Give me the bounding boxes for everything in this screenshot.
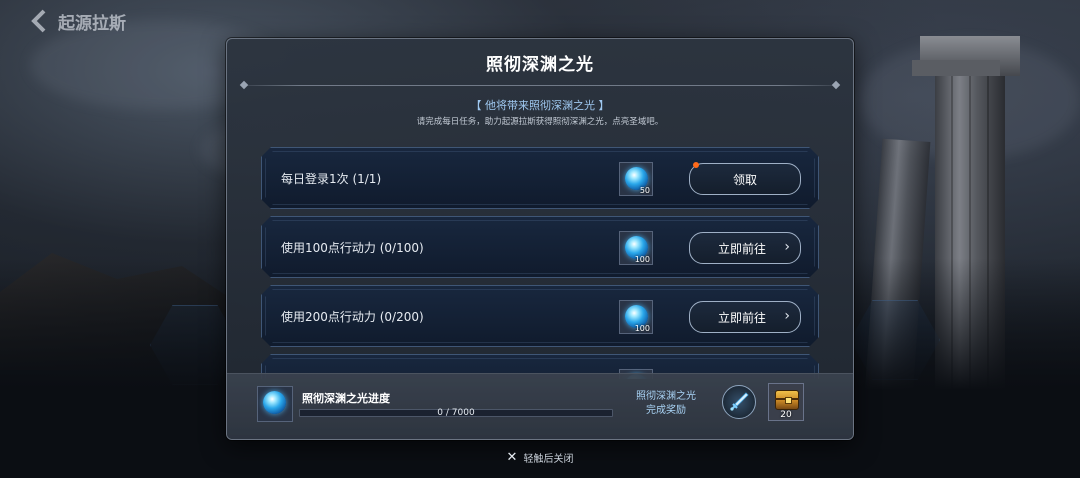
progress-title: 照彻深渊之光进度	[302, 392, 390, 405]
claim-button[interactable]: 领取	[689, 163, 801, 195]
notification-dot	[693, 162, 699, 168]
treasure-chest-icon	[775, 390, 799, 410]
progress-text: 0 / 7000	[437, 408, 475, 418]
task-label: 使用200点行动力 (0/200)	[281, 310, 424, 324]
close-hint-label: 轻触后关闭	[523, 454, 574, 465]
task-label: 每日登录1次 (1/1)	[281, 172, 382, 186]
title-divider	[241, 85, 839, 86]
pillar-capital-base	[912, 60, 1000, 76]
back-button[interactable]: 起源拉斯	[28, 8, 126, 34]
go-now-button-label: 立即前往	[717, 241, 766, 256]
chest-reward-slot[interactable]: 20	[768, 383, 804, 421]
progress-orb-slot	[257, 386, 293, 422]
reward-slot[interactable]: 50	[619, 162, 653, 196]
dialog-title: 照彻深渊之光	[486, 55, 594, 75]
task-list[interactable]: 每日登录1次 (1/1) 50 领取 使用100点行动力 (0/100) 100…	[261, 147, 819, 379]
tap-to-close-hint[interactable]: ✕ 轻触后关闭	[0, 450, 1080, 465]
claim-button-label: 领取	[732, 172, 757, 187]
reward-slot[interactable]: 100	[619, 300, 653, 334]
go-now-button[interactable]: 立即前往 ›	[689, 301, 801, 333]
reward-label-line1: 照彻深渊之光	[636, 391, 696, 402]
reward-slot[interactable]: 100	[619, 231, 653, 265]
chevron-right-icon: ›	[784, 308, 790, 324]
dialog-description: 请完成每日任务，助力起源拉斯获得照彻深渊之光，点亮圣域吧。	[416, 117, 664, 127]
go-now-button-label: 立即前往	[717, 310, 766, 325]
completion-reward-label: 照彻深渊之光 完成奖励	[623, 390, 709, 418]
reward-count: 100	[634, 324, 650, 333]
task-row: 使用200点行动力 (0/200) 100 立即前往 ›	[261, 285, 819, 347]
progress-footer: 照彻深渊之光进度 0 / 7000 照彻深渊之光 完成奖励 20	[227, 373, 853, 439]
dialog-subtitle: 【 他将带来照彻深渊之光 】	[470, 99, 610, 112]
chevron-right-icon: ›	[784, 239, 790, 255]
chest-count: 20	[780, 410, 792, 420]
reward-count: 100	[634, 255, 650, 264]
task-row: 使用100点行动力 (0/100) 100 立即前往 ›	[261, 216, 819, 278]
reward-count: 50	[639, 186, 650, 195]
task-label: 使用100点行动力 (0/100)	[281, 241, 424, 255]
abyss-light-orb-icon	[263, 391, 286, 414]
task-row: 每日登录1次 (1/1) 50 领取	[261, 147, 819, 209]
close-icon: ✕	[506, 450, 518, 465]
abyss-light-dialog: 照彻深渊之光 【 他将带来照彻深渊之光 】 请完成每日任务，助力起源拉斯获得照彻…	[226, 38, 854, 440]
go-now-button[interactable]: 立即前往 ›	[689, 232, 801, 264]
back-label: 起源拉斯	[58, 13, 126, 34]
reward-label-line2: 完成奖励	[646, 405, 686, 416]
sword-icon	[730, 392, 749, 411]
chevron-left-icon	[31, 9, 46, 33]
sword-emblem-icon[interactable]	[722, 385, 756, 419]
